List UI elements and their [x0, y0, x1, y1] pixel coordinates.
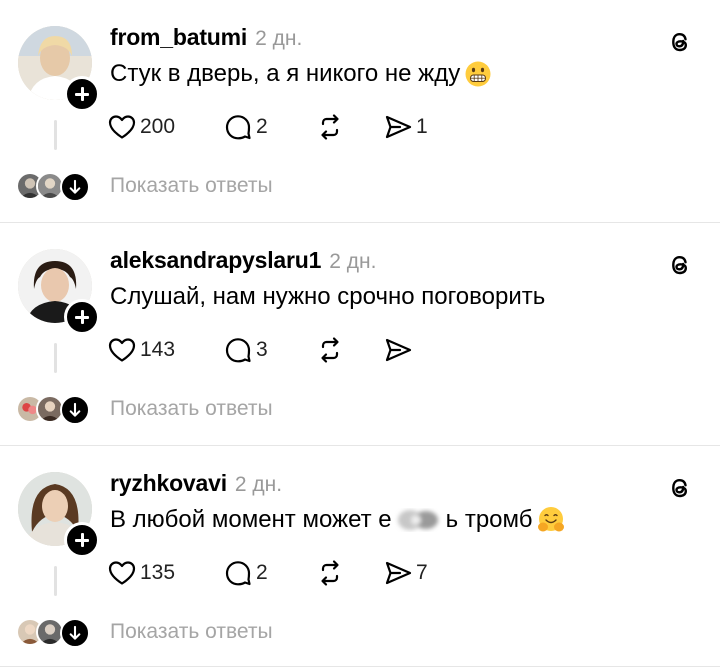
like-count: 135	[140, 561, 176, 584]
share-count: 1	[416, 115, 428, 138]
username[interactable]: aleksandrapyslaru1	[110, 247, 321, 274]
show-replies-row[interactable]: Показать ответы	[16, 395, 336, 425]
comment-icon	[225, 561, 251, 586]
post-text-content: Стук в дверь, а я никого не жду	[110, 60, 461, 87]
post-header: ryzhkovavi 2 дн.	[110, 470, 282, 500]
comment-count: 3	[256, 338, 268, 361]
post-text-before: В любой момент может е	[110, 506, 392, 533]
timestamp: 2 дн.	[329, 250, 377, 273]
comment-icon	[225, 115, 251, 140]
repost-button[interactable]	[314, 110, 346, 144]
post-header: from_batumi 2 дн.	[110, 24, 302, 54]
share-button[interactable]: 7	[382, 556, 428, 590]
arrow-down-icon	[60, 618, 90, 648]
post-text-after: ь тромб	[445, 506, 533, 533]
repost-button[interactable]	[314, 333, 346, 367]
username[interactable]: ryzhkovavi	[110, 470, 227, 497]
censored-blur	[397, 510, 438, 530]
follow-plus-button[interactable]	[64, 299, 100, 335]
share-button[interactable]	[382, 333, 416, 367]
thread-line	[54, 120, 57, 150]
share-count: 7	[416, 561, 428, 584]
heart-icon	[108, 561, 136, 585]
comment-button[interactable]: 2	[222, 556, 268, 590]
timestamp: 2 дн.	[234, 473, 283, 496]
send-icon	[385, 338, 412, 362]
repost-icon	[321, 560, 339, 586]
follow-plus-button[interactable]	[64, 522, 100, 558]
hugging-face-emoji-icon	[537, 507, 564, 532]
post-text: В любой момент может е ь тромб	[110, 506, 565, 534]
post-text: Стук в дверь, а я никого не жду	[110, 60, 492, 88]
post: from_batumi 2 дн. Стук в дверь, а я нико…	[0, 0, 720, 223]
grimacing-face-emoji-icon	[465, 61, 491, 87]
threads-logo-icon[interactable]	[666, 251, 694, 279]
post-header: aleksandrapyslaru1 2 дн.	[110, 247, 376, 277]
comment-button[interactable]: 2	[222, 110, 268, 144]
like-button[interactable]: 135	[106, 556, 175, 590]
thread-line	[54, 343, 57, 373]
threads-logo-icon[interactable]	[666, 474, 694, 502]
thread-line	[54, 566, 57, 596]
heart-icon	[108, 115, 136, 139]
share-button[interactable]: 1	[382, 110, 428, 144]
like-count: 200	[140, 115, 176, 138]
post-text-content: Слушай, нам нужно срочно поговорить	[110, 283, 546, 310]
show-replies-row[interactable]: Показать ответы	[16, 172, 336, 202]
arrow-down-icon	[60, 172, 90, 202]
post-text: Слушай, нам нужно срочно поговорить	[110, 283, 545, 311]
post: aleksandrapyslaru1 2 дн. Слушай, нам нуж…	[0, 223, 720, 446]
repost-button[interactable]	[314, 556, 346, 590]
follow-plus-button[interactable]	[64, 76, 100, 112]
username[interactable]: from_batumi	[110, 24, 247, 51]
comment-count: 2	[256, 115, 268, 138]
show-replies-link[interactable]: Показать ответы	[110, 174, 273, 198]
show-replies-link[interactable]: Показать ответы	[110, 397, 273, 421]
send-icon	[385, 561, 412, 585]
send-icon	[385, 115, 412, 139]
show-replies-link[interactable]: Показать ответы	[110, 620, 273, 644]
like-button[interactable]: 200	[106, 110, 175, 144]
threads-logo-icon[interactable]	[666, 28, 694, 56]
post: ryzhkovavi 2 дн. В любой момент может е …	[0, 446, 720, 669]
comment-count: 2	[256, 561, 268, 584]
arrow-down-icon	[60, 395, 90, 425]
timestamp: 2 дн.	[255, 27, 303, 50]
repost-icon	[321, 114, 339, 140]
show-replies-row[interactable]: Показать ответы	[16, 618, 336, 648]
repost-icon	[321, 337, 339, 363]
comment-icon	[225, 338, 251, 363]
comment-button[interactable]: 3	[222, 333, 268, 367]
like-button[interactable]: 143	[106, 333, 175, 367]
like-count: 143	[140, 338, 176, 361]
heart-icon	[108, 338, 136, 362]
